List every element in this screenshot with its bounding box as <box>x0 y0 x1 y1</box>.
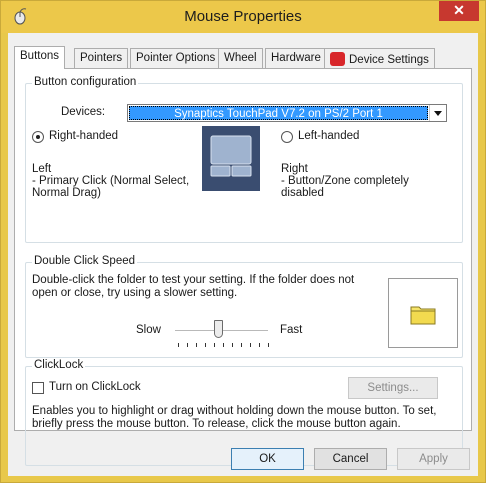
left-button-desc-1: - Primary Click (Normal Select, <box>32 175 190 187</box>
slider-tick <box>268 343 269 347</box>
folder-icon[interactable] <box>410 303 436 325</box>
slider-tick <box>223 343 224 347</box>
slider-thumb[interactable] <box>214 320 223 338</box>
test-folder-box[interactable] <box>388 278 458 348</box>
slider-tick <box>259 343 260 347</box>
ok-button[interactable]: OK <box>231 448 304 470</box>
tab-pointer-options[interactable]: Pointer Options <box>130 48 222 68</box>
left-handed-label[interactable]: Left-handed <box>298 130 359 142</box>
right-button-desc-1: - Button/Zone completely <box>281 175 409 187</box>
devices-label: Devices: <box>61 106 106 118</box>
title-bar[interactable]: Mouse Properties ✕ <box>1 1 485 33</box>
left-handed-radio[interactable] <box>281 131 293 143</box>
double-click-desc-1: Double-click the folder to test your set… <box>32 274 355 286</box>
mouse-properties-window: Mouse Properties ✕ Buttons Pointers Poin… <box>0 0 486 483</box>
left-button-desc-2: Normal Drag) <box>32 187 102 199</box>
clicklock-desc-1: Enables you to highlight or drag without… <box>32 405 437 417</box>
tab-wheel[interactable]: Wheel <box>218 48 263 68</box>
right-handed-label[interactable]: Right-handed <box>49 130 118 142</box>
tab-device-settings[interactable]: Device Settings <box>324 48 435 68</box>
slider-fast-label: Fast <box>280 324 303 336</box>
button-configuration-group: Button configuration Devices: Synaptics … <box>25 76 463 243</box>
slider-tick <box>205 343 206 347</box>
tab-label: Wheel <box>224 52 257 64</box>
tab-label: Pointer Options <box>136 52 216 64</box>
slider-slow-label: Slow <box>136 324 161 336</box>
slider-tick <box>187 343 188 347</box>
dialog-client: Buttons Pointers Pointer Options Wheel H… <box>8 33 478 476</box>
tab-label: Hardware <box>271 52 321 64</box>
tab-label: Device Settings <box>349 54 429 66</box>
slider-tick <box>250 343 251 347</box>
tab-label: Buttons <box>20 50 59 62</box>
right-handed-radio[interactable] <box>32 131 44 143</box>
slider-tick <box>241 343 242 347</box>
window-title: Mouse Properties <box>184 8 302 25</box>
group-label: Double Click Speed <box>32 255 138 267</box>
apply-button[interactable]: Apply <box>397 448 470 470</box>
chevron-down-icon[interactable] <box>429 105 446 121</box>
devices-select[interactable]: Synaptics TouchPad V7.2 on PS/2 Port 1 <box>127 104 447 122</box>
clicklock-checkbox[interactable] <box>32 382 44 394</box>
cancel-button[interactable]: Cancel <box>314 448 387 470</box>
slider-tick <box>232 343 233 347</box>
buttons-tab-panel: Button configuration Devices: Synaptics … <box>14 68 472 466</box>
tab-pointers[interactable]: Pointers <box>74 48 129 68</box>
clicklock-checkbox-label[interactable]: Turn on ClickLock <box>49 381 141 393</box>
group-label: Button configuration <box>32 76 139 88</box>
right-button-desc-2: disabled <box>281 187 324 199</box>
group-label: ClickLock <box>32 359 86 371</box>
synaptics-icon <box>330 52 345 66</box>
slider-tick <box>196 343 197 347</box>
devices-selected-value: Synaptics TouchPad V7.2 on PS/2 Port 1 <box>129 106 428 120</box>
slider-tick <box>214 343 215 347</box>
tab-label: Pointers <box>80 52 123 64</box>
clicklock-desc-2: briefly press the mouse button. To relea… <box>32 418 401 430</box>
left-button-title: Left <box>32 163 52 175</box>
close-button[interactable]: ✕ <box>439 1 479 21</box>
slider-tick <box>178 343 179 347</box>
double-click-speed-group: Double Click Speed Double-click the fold… <box>25 255 463 358</box>
tab-buttons[interactable]: Buttons <box>14 46 65 69</box>
double-click-desc-2: open or close, try using a slower settin… <box>32 287 238 299</box>
touchpad-image <box>202 126 260 191</box>
right-button-title: Right <box>281 163 308 175</box>
clicklock-settings-button[interactable]: Settings... <box>348 377 438 399</box>
tab-hardware[interactable]: Hardware <box>265 48 327 68</box>
